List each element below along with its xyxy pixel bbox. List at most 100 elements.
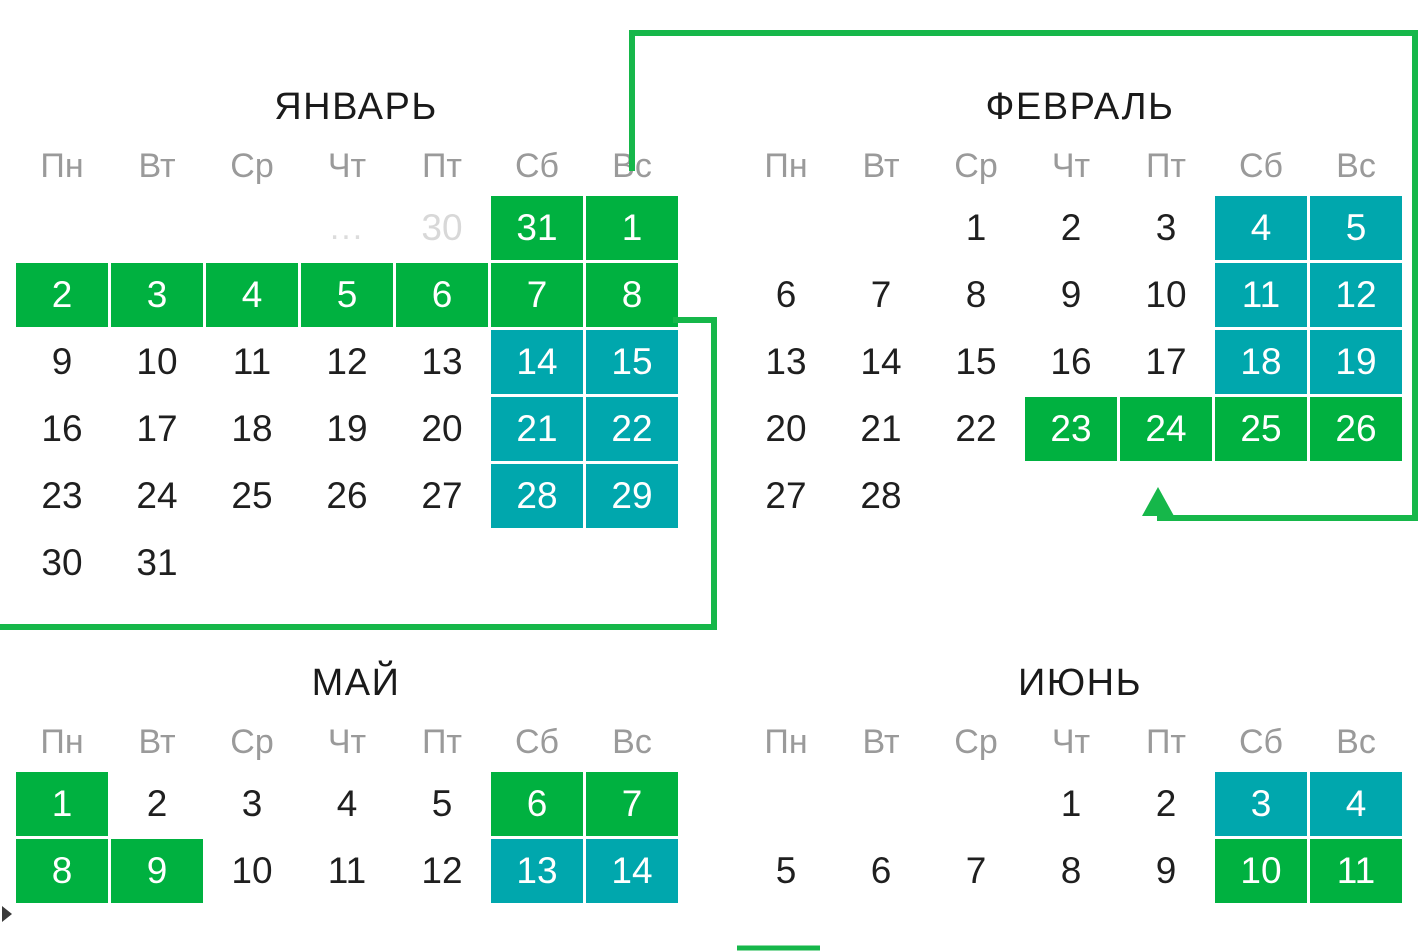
day-cell[interactable]: 9: [1120, 839, 1212, 903]
day-cell[interactable]: 27: [396, 464, 488, 528]
day-cell[interactable]: 11: [1215, 263, 1307, 327]
day-cell[interactable]: 6: [835, 839, 927, 903]
weekday-sat: Сб: [1238, 147, 1284, 185]
day-cell[interactable]: 5: [1310, 196, 1402, 260]
day-cell[interactable]: 25: [206, 464, 298, 528]
day-cell[interactable]: 9: [16, 330, 108, 394]
day-cell[interactable]: 17: [1120, 330, 1212, 394]
day-cell[interactable]: 5: [301, 263, 393, 327]
day-cell[interactable]: 8: [930, 263, 1022, 327]
month-title-may: МАЙ: [311, 662, 401, 704]
day-cell[interactable]: 21: [835, 397, 927, 461]
day-cell[interactable]: 25: [1215, 397, 1307, 461]
day-cell[interactable]: 21: [491, 397, 583, 461]
month-block-february: ФЕВРАЛЬ Пн Вт Ср Чт Пт Сб Вс 1 2 3 4 5 6 7 8 9 10…: [740, 84, 1420, 528]
day-cell[interactable]: 14: [491, 330, 583, 394]
day-cell[interactable]: 8: [1025, 839, 1117, 903]
day-cell[interactable]: 31: [111, 531, 203, 595]
day-cell-empty: [930, 464, 1022, 528]
weekday-fri: Пт: [421, 147, 462, 185]
day-cell[interactable]: ...: [301, 196, 393, 260]
day-cell[interactable]: 11: [1310, 839, 1402, 903]
day-cell[interactable]: 23: [1025, 397, 1117, 461]
day-cell[interactable]: 22: [930, 397, 1022, 461]
day-cell[interactable]: 2: [111, 772, 203, 836]
day-cell[interactable]: 4: [1215, 196, 1307, 260]
day-cell[interactable]: 18: [1215, 330, 1307, 394]
day-cell-empty: [301, 531, 393, 595]
weekday-sat: Сб: [1238, 723, 1284, 761]
day-cell[interactable]: 2: [1025, 196, 1117, 260]
weekday-tue: Вт: [862, 147, 900, 185]
day-cell[interactable]: 4: [206, 263, 298, 327]
day-cell[interactable]: 7: [491, 263, 583, 327]
day-cell[interactable]: 26: [1310, 397, 1402, 461]
day-cell[interactable]: 23: [16, 464, 108, 528]
day-cell[interactable]: 8: [16, 839, 108, 903]
day-cell[interactable]: 3: [111, 263, 203, 327]
day-cell[interactable]: 7: [835, 263, 927, 327]
day-cell[interactable]: 3: [1215, 772, 1307, 836]
day-cell[interactable]: 9: [1025, 263, 1117, 327]
day-cell[interactable]: 28: [491, 464, 583, 528]
day-cell[interactable]: 18: [206, 397, 298, 461]
day-cell[interactable]: 12: [396, 839, 488, 903]
day-cell[interactable]: 17: [111, 397, 203, 461]
day-cell[interactable]: 11: [206, 330, 298, 394]
day-cell[interactable]: 10: [1215, 839, 1307, 903]
day-cell[interactable]: 4: [301, 772, 393, 836]
day-cell[interactable]: 1: [16, 772, 108, 836]
weekday-mon: Пн: [40, 723, 84, 761]
day-cell[interactable]: 6: [396, 263, 488, 327]
day-cell[interactable]: 19: [1310, 330, 1402, 394]
day-cell[interactable]: 3: [206, 772, 298, 836]
weekday-thu: Чт: [1051, 147, 1091, 185]
day-cell[interactable]: 13: [396, 330, 488, 394]
day-cell[interactable]: 24: [1120, 397, 1212, 461]
day-cell[interactable]: 3: [1120, 196, 1212, 260]
day-cell[interactable]: 30: [396, 196, 488, 260]
day-cell[interactable]: 10: [111, 330, 203, 394]
day-cell[interactable]: 1: [930, 196, 1022, 260]
day-cell[interactable]: 14: [835, 330, 927, 394]
day-cell[interactable]: 7: [586, 772, 678, 836]
day-cell[interactable]: 11: [301, 839, 393, 903]
day-cell[interactable]: 28: [835, 464, 927, 528]
day-cell[interactable]: 24: [111, 464, 203, 528]
day-cell[interactable]: 13: [491, 839, 583, 903]
day-cell[interactable]: 12: [1310, 263, 1402, 327]
day-cell[interactable]: 10: [206, 839, 298, 903]
day-cell[interactable]: 9: [111, 839, 203, 903]
day-cell[interactable]: 31: [491, 196, 583, 260]
day-cell[interactable]: 16: [1025, 330, 1117, 394]
day-cell[interactable]: 29: [586, 464, 678, 528]
day-cell[interactable]: 1: [586, 196, 678, 260]
day-cell[interactable]: 20: [396, 397, 488, 461]
day-cell[interactable]: 30: [16, 531, 108, 595]
day-cell[interactable]: 16: [16, 397, 108, 461]
day-cell[interactable]: 12: [301, 330, 393, 394]
day-cell-empty: [586, 531, 678, 595]
day-cell[interactable]: 5: [396, 772, 488, 836]
day-cell[interactable]: 8: [586, 263, 678, 327]
weekday-header-february: Пн Вт Ср Чт Пт Сб Вс: [740, 144, 1420, 188]
day-cell[interactable]: 26: [301, 464, 393, 528]
day-cell[interactable]: 1: [1025, 772, 1117, 836]
day-cell[interactable]: 14: [586, 839, 678, 903]
day-cell[interactable]: 15: [930, 330, 1022, 394]
day-cell[interactable]: 4: [1310, 772, 1402, 836]
day-cell[interactable]: 15: [586, 330, 678, 394]
day-cell[interactable]: 27: [740, 464, 832, 528]
day-cell[interactable]: 6: [740, 263, 832, 327]
day-cell[interactable]: 5: [740, 839, 832, 903]
day-cell[interactable]: 2: [1120, 772, 1212, 836]
day-cell[interactable]: 6: [491, 772, 583, 836]
day-cell[interactable]: 20: [740, 397, 832, 461]
day-cell[interactable]: 2: [16, 263, 108, 327]
day-cell[interactable]: 7: [930, 839, 1022, 903]
day-cell[interactable]: 22: [586, 397, 678, 461]
day-cell[interactable]: 10: [1120, 263, 1212, 327]
day-cell[interactable]: 13: [740, 330, 832, 394]
weekday-sat: Сб: [514, 723, 560, 761]
day-cell[interactable]: 19: [301, 397, 393, 461]
